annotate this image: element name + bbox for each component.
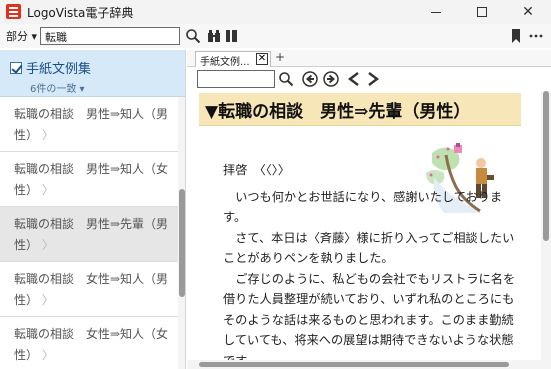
- list-item[interactable]: 転職の相談 女性⇒知人（女性） 〉: [0, 317, 178, 369]
- tab-letter-examples[interactable]: 手紙文例... ✕: [195, 51, 271, 68]
- result-text: 転職の相談 男性⇒知人（男性）: [14, 107, 169, 142]
- list-item[interactable]: 転職の相談 男性⇒知人（女性） 〉: [0, 152, 178, 207]
- results-panel: 手紙文例集 6件の一致 ▾ 転職の相談 男性⇒知人（男性） 〉 転職の相談 男性…: [0, 50, 186, 369]
- find-in-page-input[interactable]: [197, 70, 275, 88]
- result-mark: 〉: [41, 293, 54, 307]
- window-title: LogoVista電子辞典: [27, 6, 134, 20]
- tab-bar: 手紙文例... ✕ +: [187, 50, 551, 68]
- maximize-button[interactable]: [459, 0, 505, 24]
- document-horizontal-scrollbar-thumb[interactable]: [199, 362, 509, 367]
- document-vertical-scrollbar-thumb[interactable]: [543, 91, 549, 241]
- minimize-button[interactable]: [413, 0, 459, 24]
- entry-title: ▼転職の相談 男性⇒先輩（男性）: [199, 93, 521, 126]
- result-mark: 〉: [41, 238, 54, 252]
- result-mark: 〉: [41, 183, 54, 197]
- letter-paragraph: ご存じのように、私どもの会社でもリストラに名を借りた人員整理が続いており、いずれ…: [223, 271, 516, 361]
- forward-icon[interactable]: [365, 71, 381, 87]
- match-count[interactable]: 6件の一致 ▾: [30, 80, 85, 95]
- maximize-icon: [477, 7, 487, 17]
- letter-paragraph: さて、本日は〈斉藤〉様に折り入ってご相談したいことがありペンを執りました。: [223, 230, 515, 266]
- search-input[interactable]: 転職: [40, 27, 180, 45]
- letter-greeting: 拝啓 〈〈〉〉: [223, 163, 291, 177]
- document-view: ▼転職の相談 男性⇒先輩（男性） 拝啓 〈〈〉〉 いつも何かとお世話になり、感謝…: [187, 91, 541, 360]
- dictionary-checkbox[interactable]: [10, 62, 22, 74]
- add-tab-button[interactable]: +: [275, 50, 285, 64]
- close-tab-icon[interactable]: ✕: [256, 53, 268, 65]
- find-bar: [187, 67, 551, 91]
- result-list: 転職の相談 男性⇒知人（男性） 〉 転職の相談 男性⇒知人（女性） 〉 転職の相…: [0, 97, 178, 369]
- previous-match-icon[interactable]: [302, 71, 318, 87]
- search-mode-dropdown[interactable]: 部分 ▾: [6, 28, 37, 44]
- search-icon[interactable]: [185, 28, 201, 44]
- close-window-button[interactable]: ✕: [505, 0, 551, 24]
- result-text: 転職の相談 男性⇒知人（女性）: [14, 162, 169, 197]
- books-icon[interactable]: [224, 28, 240, 44]
- list-item-selected[interactable]: 転職の相談 男性⇒先輩（男性） 〉: [0, 207, 178, 262]
- binoculars-icon[interactable]: [206, 28, 222, 44]
- document-vertical-scrollbar[interactable]: [541, 91, 551, 369]
- back-icon[interactable]: [346, 71, 362, 87]
- dictionary-title: 手紙文例集: [26, 62, 92, 77]
- results-scrollbar[interactable]: [178, 97, 185, 369]
- result-text: 転職の相談 女性⇒知人（女性）: [14, 327, 169, 362]
- result-text: 転職の相談 男性⇒先輩（男性）: [14, 217, 169, 252]
- close-icon: ✕: [522, 4, 534, 20]
- app-logo-icon: [6, 4, 21, 19]
- results-scrollbar-thumb[interactable]: [179, 189, 185, 297]
- list-item[interactable]: 転職の相談 男性⇒知人（男性） 〉: [0, 97, 178, 152]
- document-horizontal-scrollbar[interactable]: [187, 360, 541, 369]
- list-item[interactable]: 転職の相談 女性⇒知人（男性） 〉: [0, 262, 178, 317]
- find-search-icon[interactable]: [278, 71, 294, 87]
- dictionary-header[interactable]: 手紙文例集 6件の一致 ▾: [0, 50, 185, 97]
- next-match-icon[interactable]: [323, 71, 339, 87]
- title-bar: LogoVista電子辞典 ✕: [0, 0, 551, 24]
- result-mark: 〉: [41, 348, 54, 362]
- result-mark: 〉: [41, 128, 54, 142]
- toolbar: 部分 ▾ 転職: [0, 24, 551, 48]
- letter-body: 拝啓 〈〈〉〉 いつも何かとお世話になり、感謝いたしております。 さて、本日は〈…: [223, 160, 523, 360]
- bookmark-icon[interactable]: [508, 28, 524, 44]
- more-icon[interactable]: [528, 28, 544, 44]
- letter-paragraph: いつも何かとお世話になり、感謝いたしております。: [223, 189, 503, 225]
- minimize-icon: [431, 11, 441, 13]
- result-text: 転職の相談 女性⇒知人（男性）: [14, 272, 169, 307]
